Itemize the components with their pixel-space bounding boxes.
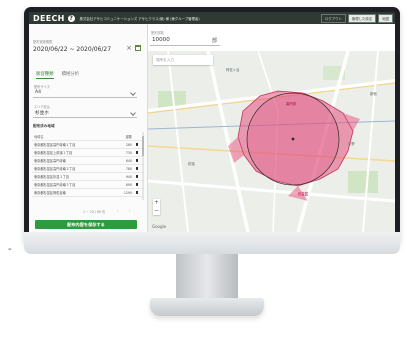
calendar-icon[interactable] [135, 45, 141, 51]
monitor-stand [176, 254, 238, 302]
map-canvas[interactable]: 阿佐ヶ谷 高円寺 中野 荻窪 新宿 杉並区 場所を入力 + − Google [148, 51, 395, 232]
save-distribution-button[interactable]: 配布内容を保存する [35, 220, 137, 229]
map-graphic [148, 51, 395, 232]
top-bar: DEECH ? 株式会社アサヒコミュニケーションズ アサヒクラス(案) 様 (東… [29, 12, 395, 24]
map-link[interactable]: 地図 [378, 14, 393, 23]
paging-status: 1 ~ 20 / 89 件 [83, 210, 106, 214]
decorative-mark: - [8, 244, 12, 255]
help-icon[interactable]: ? [67, 14, 75, 22]
size-value: A4 [35, 90, 42, 95]
date-range-field[interactable]: 2020/06/22 ~ 2020/06/27 × [32, 43, 142, 55]
table-row[interactable]: 東京都杉並区阿佐谷南 1290 [32, 189, 142, 197]
logout-link[interactable]: ログアウト [320, 14, 346, 23]
trash-icon[interactable] [135, 158, 139, 163]
trash-icon[interactable] [135, 174, 139, 179]
monitor-chin [24, 232, 400, 254]
map-place-label: 新宿 [370, 92, 377, 96]
area-count: 690 [125, 182, 132, 187]
next-page-button[interactable]: › [129, 209, 130, 213]
tab-bar: 販促種類 積極分析 [36, 71, 79, 79]
trash-icon[interactable] [135, 150, 139, 155]
area-count: 640 [125, 158, 132, 163]
chevron-down-icon [130, 90, 136, 96]
area-name: 東京都杉並区高円寺南２丁目 [34, 167, 76, 171]
zoom-in-button[interactable]: + [153, 199, 160, 207]
map-place-label: 杉並区 [298, 192, 309, 196]
area-name: 東京都杉並区杉並１丁目 [34, 175, 70, 179]
area-count: 940 [125, 174, 132, 179]
center-marker [291, 137, 295, 141]
park-area [348, 171, 378, 193]
area-name: 東京都杉並区阿佐谷南 [34, 191, 66, 195]
table-row[interactable]: 東京都杉並区高円寺南 640 [32, 157, 142, 165]
zoom-out-button[interactable]: − [153, 207, 160, 215]
search-placeholder: 場所を入力 [156, 58, 174, 62]
trash-icon[interactable] [135, 166, 139, 171]
area-count: 1290 [123, 190, 132, 195]
areas-table: 地域名 部数 東京都杉並区高円寺南１丁目 260 東京都杉並区上荻窪１丁目 730 東京… [32, 133, 142, 197]
trash-icon[interactable] [135, 190, 139, 195]
tab-promotion-type[interactable]: 販促種類 [36, 71, 54, 79]
app-logo: DEECH [33, 13, 65, 23]
table-scrollbar[interactable] [142, 132, 144, 200]
zoom-control: + − [153, 199, 160, 215]
trash-icon[interactable] [135, 142, 139, 147]
amount-unit: 部 [211, 38, 217, 44]
table-row[interactable]: 東京都杉並区高円寺南３丁目 690 [32, 181, 142, 189]
google-logo: Google [152, 224, 167, 229]
scrollbar-thumb[interactable] [142, 136, 144, 156]
prev-page-button[interactable]: ‹ [117, 209, 118, 213]
table-row[interactable]: 東京都杉並区高円寺南２丁目 780 [32, 165, 142, 173]
area-name: 東京都杉並区高円寺南 [34, 159, 66, 163]
monitor-base [150, 298, 264, 316]
area-select[interactable]: 杉並ホ [33, 109, 137, 118]
map-area: 配布部数 10000 部 阿佐ヶ谷 高円寺 中野 荻窪 新宿 杉並区 場所を入力… [148, 24, 395, 232]
table-row[interactable]: 東京都杉並区上荻窪１丁目 730 [32, 149, 142, 157]
tab-analysis[interactable]: 積極分析 [62, 71, 80, 79]
size-select[interactable]: A4 [33, 89, 137, 98]
pagination: 1 ~ 20 / 89 件 ‹ › [33, 209, 143, 215]
map-toolbar: 配布部数 10000 部 [148, 24, 395, 51]
chevron-down-icon [130, 110, 136, 116]
header-count: 部数 [125, 135, 132, 139]
clear-icon[interactable]: × [126, 44, 132, 52]
road [167, 51, 189, 232]
map-place-label: 阿佐ヶ谷 [226, 68, 240, 72]
road [362, 51, 379, 232]
map-search-input[interactable]: 場所を入力 [153, 55, 213, 65]
amount-value: 10000 [152, 37, 170, 43]
settings-link[interactable]: 管理した設定 [347, 14, 377, 23]
area-count: 730 [125, 150, 132, 155]
map-place-label: 中野 [348, 142, 355, 146]
amount-input[interactable]: 10000 部 [150, 35, 220, 46]
company-name: 株式会社アサヒコミュニケーションズ アサヒクラス(案) 様 (東グループ管理者) [79, 16, 200, 21]
table-row[interactable]: 東京都杉並区高円寺南１丁目 260 [32, 141, 142, 149]
map-place-label: 高円寺 [286, 102, 297, 106]
table-header: 地域名 部数 [32, 133, 142, 141]
distributed-areas-title: 配布済み地域 [33, 124, 55, 128]
map-place-label: 荻窪 [188, 162, 195, 166]
area-name: 東京都杉並区高円寺南１丁目 [34, 143, 76, 147]
left-panel: 配布実施期間 2020/06/22 ~ 2020/06/27 × 販促種類 積極… [29, 24, 148, 232]
area-count: 780 [125, 166, 132, 171]
topbar-links: ログアウト 管理した設定 地図 [320, 14, 393, 23]
header-area-name: 地域名 [34, 135, 44, 139]
table-row[interactable]: 東京都杉並区杉並１丁目 940 [32, 173, 142, 181]
date-range-value: 2020/06/22 ~ 2020/06/27 [33, 45, 112, 53]
app-screen: DEECH ? 株式会社アサヒコミュニケーションズ アサヒクラス(案) 様 (東… [29, 12, 395, 232]
area-name: 東京都杉並区上荻窪１丁目 [34, 151, 73, 155]
trash-icon[interactable] [135, 182, 139, 187]
area-name: 東京都杉並区高円寺南３丁目 [34, 183, 76, 187]
area-count: 260 [125, 142, 132, 147]
area-value: 杉並ホ [35, 111, 49, 116]
